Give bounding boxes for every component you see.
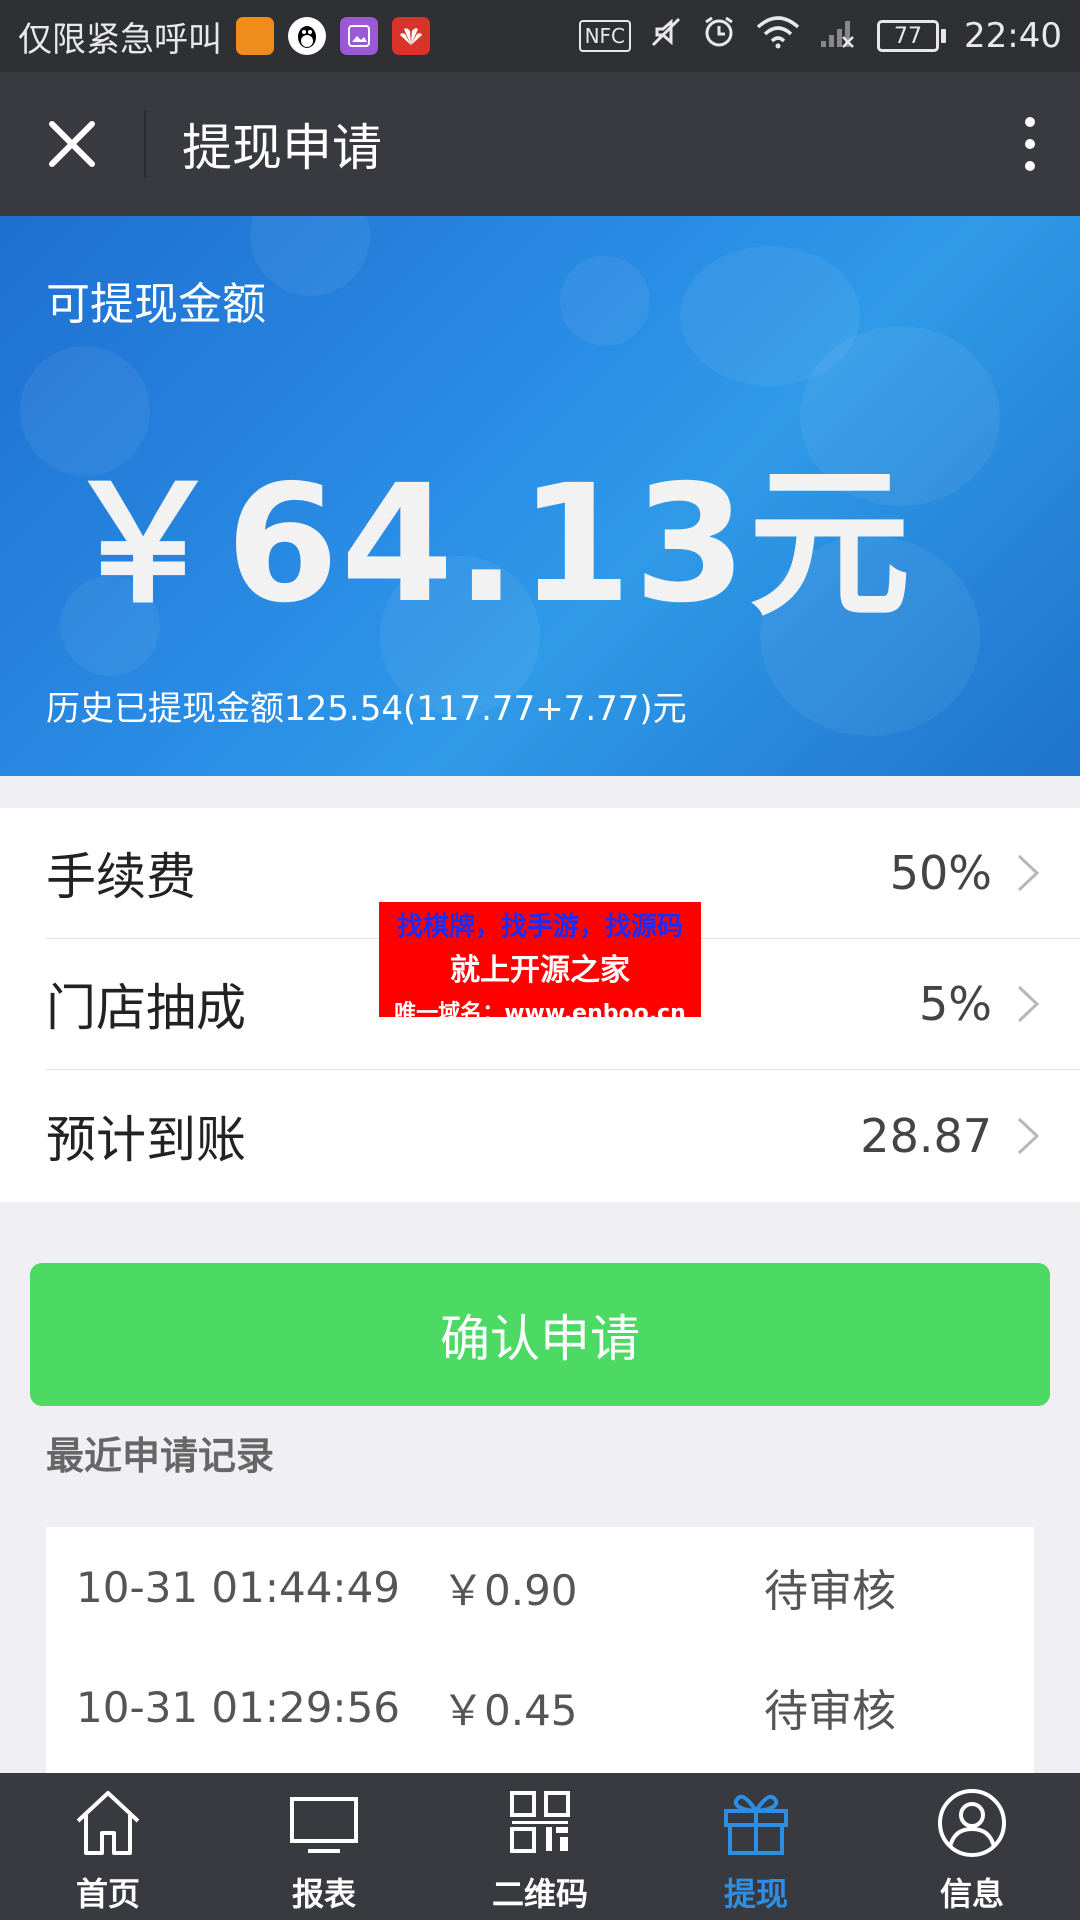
confirm-apply-button[interactable]: 确认申请 [30, 1263, 1050, 1406]
title-divider [144, 110, 146, 178]
gallery-icon [340, 17, 378, 55]
chevron-right-icon [1017, 1117, 1040, 1154]
more-dot-icon [1025, 161, 1035, 171]
bottom-nav: 首页 报表 二维码 提现 信息 [0, 1773, 1080, 1920]
table-row: 10-31 01:29:56 ￥0.45 待审核 [46, 1647, 1034, 1767]
record-amount: ￥0.45 [442, 1685, 578, 1735]
status-left: 仅限紧急呼叫 [18, 12, 430, 61]
nav-label-home: 首页 [75, 1875, 140, 1913]
commission-label: 门店抽成 [46, 979, 246, 1037]
watermark-line-1: 找棋牌，找手游，找源码 [396, 912, 683, 942]
status-bar: 仅限紧急呼叫 NFC 77 22:40 [0, 0, 1080, 72]
more-button[interactable] [980, 72, 1080, 216]
nfc-icon: NFC [578, 20, 632, 52]
nav-item-report[interactable]: 报表 [216, 1773, 432, 1920]
monitor-icon [290, 1797, 358, 1853]
title-bar: 提现申请 [0, 72, 1080, 216]
recent-records-title: 最近申请记录 [46, 1434, 275, 1478]
nav-label-report: 报表 [291, 1875, 356, 1913]
qq-icon [288, 17, 326, 55]
fee-right: 50% [890, 846, 1040, 900]
clock: 22:40 [964, 16, 1062, 56]
expected-value: 28.87 [860, 1108, 992, 1163]
gift-icon [724, 1794, 788, 1855]
nav-item-info[interactable]: 信息 [864, 1773, 1080, 1920]
expected-label: 预计到账 [46, 1110, 246, 1169]
history-withdrawn: 历史已提现金额125.54(117.77+7.77)元 [46, 689, 687, 729]
battery-icon: 77 [877, 20, 947, 52]
record-time: 10-31 01:29:56 [76, 1682, 401, 1732]
battery-level: 77 [877, 20, 940, 52]
nav-label-info: 信息 [939, 1875, 1004, 1913]
fee-value: 50% [889, 846, 992, 900]
balance-card: 可提现金额 ￥64.13元 历史已提现金额125.54(117.77+7.77)… [0, 216, 1080, 776]
record-status: 待审核 [764, 1566, 896, 1617]
nav-label-withdraw: 提现 [723, 1875, 788, 1913]
battery-tip [941, 29, 947, 43]
nav-item-qrcode[interactable]: 二维码 [432, 1773, 648, 1920]
available-amount-label: 可提现金额 [46, 279, 266, 330]
available-amount: ￥64.13元 [62, 451, 913, 639]
huawei-icon [392, 17, 430, 55]
page-title: 提现申请 [182, 119, 382, 177]
signal-icon [819, 15, 859, 58]
close-button[interactable] [0, 72, 144, 216]
watermark-line-2: 就上开源之家 [450, 953, 630, 988]
alarm-icon [701, 14, 737, 59]
nav-label-qrcode: 二维码 [491, 1875, 588, 1913]
watermark-banner: 找棋牌，找手游，找源码 就上开源之家 唯一域名：www.enboo.cn [379, 902, 701, 1026]
records-list: 10-31 01:44:49 ￥0.90 待审核 10-31 01:29:56 … [46, 1527, 1034, 1773]
more-dot-icon [1025, 139, 1035, 149]
user-icon [938, 1789, 1006, 1857]
nav-item-withdraw[interactable]: 提现 [648, 1773, 864, 1920]
fee-label: 手续费 [46, 848, 196, 906]
wifi-icon [755, 15, 801, 58]
app-notification-icon [236, 17, 274, 55]
commission-value: 5% [919, 977, 992, 1031]
nav-item-home[interactable]: 首页 [0, 1773, 216, 1920]
table-row: 10-31 01:44:49 ￥0.90 待审核 [46, 1527, 1034, 1647]
record-time: 10-31 01:44:49 [76, 1562, 401, 1612]
list-item-expected-arrival[interactable]: 预计到账 28.87 [46, 1070, 1080, 1201]
mute-icon [649, 15, 683, 58]
chevron-right-icon [1017, 854, 1040, 892]
home-icon [76, 1791, 140, 1855]
commission-right: 5% [919, 977, 1040, 1031]
watermark-line-3: 唯一域名：www.enboo.cn [394, 1001, 686, 1026]
more-dot-icon [1025, 117, 1035, 127]
status-right: NFC 77 22:40 [578, 14, 1062, 59]
carrier-notice: 仅限紧急呼叫 [18, 19, 222, 60]
expected-right: 28.87 [860, 1109, 1040, 1163]
close-icon [49, 121, 95, 167]
chevron-right-icon [1017, 985, 1040, 1023]
qrcode-icon [510, 1791, 570, 1853]
record-amount: ￥0.90 [442, 1565, 578, 1615]
record-status: 待审核 [764, 1686, 896, 1737]
